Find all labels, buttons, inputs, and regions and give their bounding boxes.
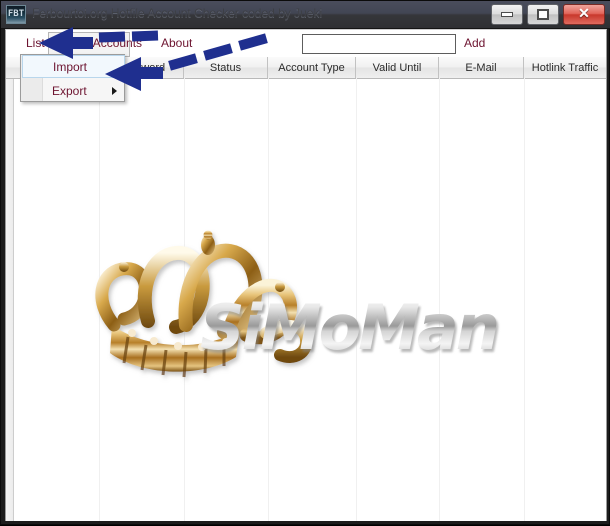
- column-header-hotlink-traffic[interactable]: Hotlink Traffic: [524, 57, 606, 78]
- list-dropdown-menu: Import Export: [20, 54, 125, 102]
- chevron-right-icon: [112, 86, 117, 95]
- close-icon: ✕: [578, 6, 590, 22]
- client-area: List Check Accounts About Add Username P…: [5, 29, 607, 521]
- menu-item-list[interactable]: List: [26, 36, 45, 50]
- grid-line: [524, 78, 525, 521]
- menu-item-export-label: Export: [52, 83, 87, 98]
- window-title: Ferbourtoi.org Hotfile Account Checker c…: [32, 6, 323, 20]
- menu-item-import[interactable]: Import: [22, 55, 125, 78]
- title-bar[interactable]: FBT Ferbourtoi.org Hotfile Account Check…: [1, 1, 610, 29]
- add-button[interactable]: Add: [464, 36, 485, 50]
- app-icon-label: FBT: [7, 9, 25, 19]
- grid-line: [439, 78, 440, 521]
- grid-line: [268, 78, 269, 521]
- maximize-icon: [537, 9, 549, 20]
- crown-icon: [95, 230, 313, 378]
- column-header-status[interactable]: Status: [184, 57, 268, 78]
- minimize-icon: [501, 12, 513, 17]
- grid-line: [99, 78, 100, 521]
- column-header-account-type[interactable]: Account Type: [268, 57, 356, 78]
- menu-item-about[interactable]: About: [161, 36, 192, 50]
- watermark: SiMoMan: [90, 229, 500, 389]
- watermark-text: SiMoMan: [200, 291, 500, 364]
- grid-line: [356, 78, 357, 521]
- app-icon: FBT: [6, 5, 26, 24]
- menu-item-check-accounts[interactable]: Check Accounts: [56, 36, 142, 50]
- window-controls: ✕: [491, 4, 605, 25]
- grid-line: [184, 78, 185, 521]
- column-header-valid-until[interactable]: Valid Until: [356, 57, 439, 78]
- add-account-input[interactable]: [302, 34, 456, 54]
- application-window: FBT Ferbourtoi.org Hotfile Account Check…: [0, 0, 610, 525]
- row-header-gutter: [6, 57, 14, 521]
- menu-item-import-label: Import: [53, 59, 88, 74]
- menu-item-export[interactable]: Export: [22, 79, 125, 102]
- maximize-button[interactable]: [527, 4, 559, 25]
- accounts-table: Username Password Status Account Type Va…: [6, 57, 606, 521]
- minimize-button[interactable]: [491, 4, 523, 25]
- close-button[interactable]: ✕: [563, 4, 605, 25]
- column-header-email[interactable]: E-Mail: [439, 57, 524, 78]
